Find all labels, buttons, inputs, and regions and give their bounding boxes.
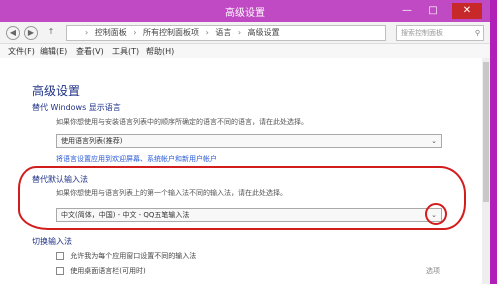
apply-settings-link[interactable]: 将语言设置应用到欢迎屏幕、系统帐户和新用户帐户 xyxy=(56,155,217,163)
breadcrumb-separator-icon: › xyxy=(205,28,209,37)
search-icon[interactable]: ⚲ xyxy=(475,26,480,40)
search-input[interactable]: 搜索控制面板 ⚲ xyxy=(396,25,484,41)
minimize-button[interactable]: — xyxy=(396,3,418,19)
options-link[interactable]: 选项 xyxy=(426,266,440,276)
per-app-input-label: 允许我为每个应用窗口设置不同的输入法 xyxy=(70,252,197,260)
desktop-language-bar-label: 使用桌面语言栏(可用时) xyxy=(70,267,146,275)
forward-icon[interactable]: ▶ xyxy=(24,26,38,40)
switch-input-heading: 切换输入法 xyxy=(32,237,72,246)
desktop-language-bar-checkbox-row[interactable]: 使用桌面语言栏(可用时) xyxy=(56,266,146,276)
control-panel-window: 高级设置 — □ ✕ ◀ ▶ ↑ › 控制面板 › 所有控制面板项 › 语言 ›… xyxy=(0,0,490,284)
breadcrumb-item[interactable]: 控制面板 xyxy=(95,28,127,37)
title-bar[interactable]: 高级设置 — □ ✕ xyxy=(0,0,490,22)
vertical-scrollbar[interactable] xyxy=(482,58,490,284)
page-title: 高级设置 xyxy=(32,84,81,98)
menu-tools[interactable]: 工具(T) xyxy=(112,46,139,57)
display-language-heading: 替代 Windows 显示语言 xyxy=(32,103,121,112)
display-language-description: 如果你想使用与安装语言列表中的顺序所确定的语言不同的语言，请在此处选择。 xyxy=(56,118,308,126)
menu-view[interactable]: 查看(V) xyxy=(76,46,104,57)
breadcrumb-item[interactable]: 高级设置 xyxy=(248,28,280,37)
menu-bar: 文件(F) 编辑(E) 查看(V) 工具(T) 帮助(H) xyxy=(0,44,490,58)
menu-help[interactable]: 帮助(H) xyxy=(146,46,174,57)
chevron-down-icon[interactable]: ⌄ xyxy=(431,135,437,147)
red-annotation-outline xyxy=(18,166,466,230)
per-app-input-checkbox-row[interactable]: 允许我为每个应用窗口设置不同的输入法 xyxy=(56,251,196,261)
breadcrumb-item[interactable]: 语言 xyxy=(215,28,231,37)
menu-edit[interactable]: 编辑(E) xyxy=(40,46,67,57)
display-language-dropdown-value: 使用语言列表(推荐) xyxy=(61,137,123,145)
display-language-links: 将语言设置应用到欢迎屏幕、系统帐户和新用户帐户 xyxy=(56,154,223,164)
main-content: 高级设置 替代 Windows 显示语言 如果你想使用与安装语言列表中的顺序所确… xyxy=(0,58,490,284)
up-icon[interactable]: ↑ xyxy=(44,26,58,40)
address-field[interactable]: › 控制面板 › 所有控制面板项 › 语言 › 高级设置 xyxy=(66,25,386,41)
red-annotation-circle xyxy=(425,203,447,225)
breadcrumb-separator-icon: › xyxy=(133,28,137,37)
display-language-dropdown[interactable]: 使用语言列表(推荐) ⌄ xyxy=(56,134,442,148)
scrollbar-thumb[interactable] xyxy=(483,62,489,202)
back-icon[interactable]: ◀ xyxy=(6,26,20,40)
desktop-language-bar-checkbox[interactable] xyxy=(56,267,64,275)
breadcrumb-item[interactable]: 所有控制面板项 xyxy=(143,28,199,37)
breadcrumb-separator-icon: › xyxy=(85,28,89,37)
maximize-button[interactable]: □ xyxy=(422,3,444,19)
close-button[interactable]: ✕ xyxy=(452,3,482,19)
menu-file[interactable]: 文件(F) xyxy=(8,46,35,57)
address-bar: ◀ ▶ ↑ › 控制面板 › 所有控制面板项 › 语言 › 高级设置 搜索控制面… xyxy=(0,22,490,44)
breadcrumb-separator-icon: › xyxy=(237,28,242,37)
per-app-input-checkbox[interactable] xyxy=(56,252,64,260)
search-placeholder: 搜索控制面板 xyxy=(401,29,443,37)
